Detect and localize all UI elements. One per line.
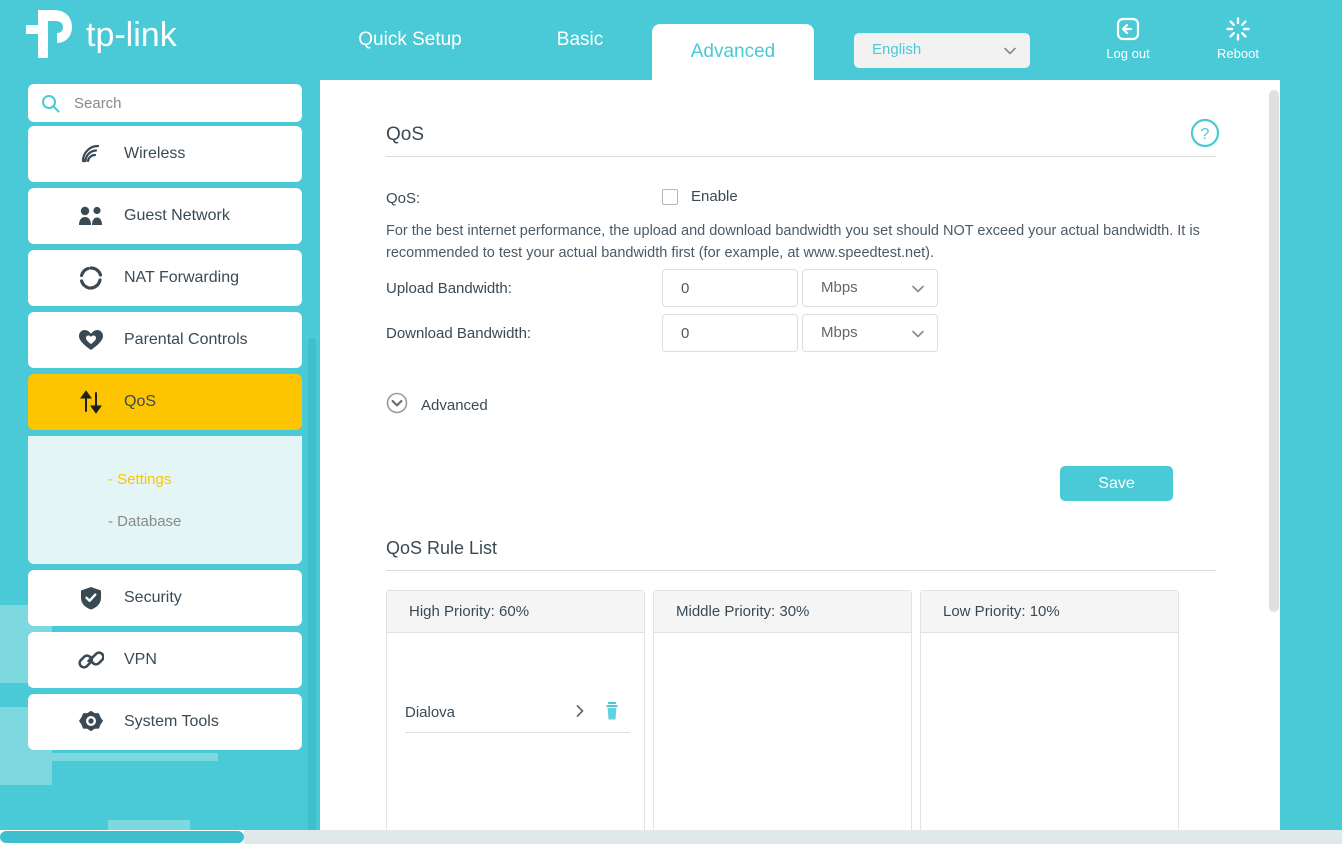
sidebar-subitem-database-label: - Database	[108, 512, 182, 530]
download-bandwidth-label: Download Bandwidth:	[386, 325, 532, 342]
qos-rule-list: High Priority: 60% Dialova Middle Priori…	[386, 590, 1179, 832]
tab-quick-setup[interactable]: Quick Setup	[330, 0, 490, 80]
tab-quick-setup-label: Quick Setup	[358, 29, 462, 50]
rule-list-divider	[386, 570, 1216, 571]
upload-bandwidth-input[interactable]	[662, 269, 798, 307]
logout-label: Log out	[1106, 46, 1150, 61]
priority-column-low-header: Low Priority: 10%	[921, 591, 1178, 633]
logout-icon	[1115, 14, 1141, 44]
advanced-toggle-label: Advanced	[421, 397, 488, 414]
page-title: QoS	[386, 124, 425, 145]
upload-unit-select[interactable]: Mbps	[802, 269, 938, 307]
qos-description: For the best internet performance, the u…	[386, 223, 1200, 261]
vpn-icon	[74, 648, 108, 672]
sidebar-item-nat-forwarding[interactable]: NAT Forwarding	[28, 250, 302, 306]
rule-list-title: QoS Rule List	[386, 538, 498, 558]
priority-column-middle-header: Middle Priority: 30%	[654, 591, 911, 633]
qos-enable-checkbox[interactable]: Enable	[662, 188, 738, 205]
download-bandwidth-input[interactable]	[662, 314, 798, 352]
sidebar: Wireless Guest Network	[28, 84, 302, 844]
upload-bandwidth-label: Upload Bandwidth:	[386, 280, 512, 297]
logo-wordmark: tp-link	[86, 16, 178, 54]
security-icon	[74, 586, 108, 610]
reboot-label: Reboot	[1217, 46, 1259, 61]
checkbox-box	[662, 188, 678, 205]
help-icon[interactable]: ?	[1190, 118, 1220, 153]
chevron-down-icon	[912, 285, 924, 293]
sidebar-scrollbar-thumb[interactable]	[308, 338, 316, 832]
search-box[interactable]	[28, 84, 302, 122]
qos-enable-checkbox-label: Enable	[691, 188, 738, 205]
sidebar-item-wireless-label: Wireless	[124, 145, 186, 162]
sidebar-menu: Wireless Guest Network NAT Forwarding Pa…	[28, 126, 302, 756]
search-icon	[41, 94, 60, 113]
priority-column-middle: Middle Priority: 30%	[653, 590, 912, 832]
qos-icon	[74, 390, 108, 414]
nat-forwarding-icon	[74, 266, 108, 290]
tab-advanced-label: Advanced	[690, 41, 776, 62]
chevron-down-circle-icon	[386, 392, 408, 419]
title-divider	[386, 156, 1216, 157]
sidebar-item-guest-network-label: Guest Network	[124, 207, 230, 224]
sidebar-item-system-tools-label: System Tools	[124, 713, 219, 730]
guest-network-icon	[74, 205, 108, 227]
qos-enable-row-label: QoS:	[386, 190, 421, 207]
language-select[interactable]: English	[854, 33, 1030, 68]
sidebar-submenu-qos: - Settings - Database	[28, 436, 302, 564]
chevron-down-icon	[912, 330, 924, 338]
sidebar-subitem-settings-label: - Settings	[108, 470, 172, 488]
horizontal-scrollbar-thumb[interactable]	[0, 831, 244, 843]
tab-basic[interactable]: Basic	[520, 0, 640, 80]
save-button[interactable]: Save	[1060, 466, 1173, 501]
sidebar-item-vpn-label: VPN	[124, 651, 157, 668]
qos-rule-name: Dialova	[405, 704, 456, 721]
upload-unit-value: Mbps	[821, 279, 858, 296]
sidebar-item-system-tools[interactable]: System Tools	[28, 694, 302, 750]
parental-controls-icon	[74, 329, 108, 351]
horizontal-scrollbar-fill	[244, 830, 1342, 844]
top-bar: tp-link Quick Setup Basic Advanced Engli…	[0, 0, 1342, 80]
reboot-icon	[1225, 14, 1251, 44]
router-admin-page: tp-link Quick Setup Basic Advanced Engli…	[0, 0, 1342, 844]
content-scrollbar-thumb[interactable]	[1269, 90, 1279, 612]
sidebar-subitem-database[interactable]: - Database	[28, 500, 302, 542]
sidebar-item-nat-forwarding-label: NAT Forwarding	[124, 269, 239, 286]
sidebar-item-qos-label: QoS	[124, 393, 157, 410]
priority-column-low: Low Priority: 10%	[920, 590, 1179, 832]
sidebar-item-wireless[interactable]: Wireless	[28, 126, 302, 182]
logout-button[interactable]: Log out	[1086, 14, 1170, 70]
sidebar-item-security[interactable]: Security	[28, 570, 302, 626]
sidebar-item-security-label: Security	[124, 589, 182, 606]
search-input[interactable]	[74, 94, 264, 112]
chevron-right-icon[interactable]	[574, 704, 586, 723]
reboot-button[interactable]: Reboot	[1196, 14, 1280, 70]
sidebar-item-parental-controls-label: Parental Controls	[124, 331, 248, 348]
sidebar-item-vpn[interactable]: VPN	[28, 632, 302, 688]
content-panel: ? QoS QoS: Enable For the best internet …	[320, 80, 1280, 832]
sidebar-item-guest-network[interactable]: Guest Network	[28, 188, 302, 244]
download-unit-value: Mbps	[821, 324, 858, 341]
sidebar-item-parental-controls[interactable]: Parental Controls	[28, 312, 302, 368]
download-unit-select[interactable]: Mbps	[802, 314, 938, 352]
sidebar-item-qos[interactable]: QoS	[28, 374, 302, 430]
wireless-icon	[74, 142, 108, 166]
sidebar-subitem-settings[interactable]: - Settings	[28, 458, 302, 500]
trash-icon[interactable]	[603, 701, 621, 726]
tab-basic-label: Basic	[556, 29, 604, 50]
language-select-value: English	[872, 41, 922, 58]
priority-column-high-header: High Priority: 60%	[387, 591, 644, 633]
advanced-toggle[interactable]: Advanced	[386, 392, 488, 419]
tab-advanced[interactable]: Advanced	[652, 24, 814, 80]
qos-rule-row[interactable]: Dialova	[405, 693, 630, 733]
chevron-down-icon	[1004, 47, 1016, 55]
svg-text:?: ?	[1201, 126, 1210, 143]
priority-column-high: High Priority: 60% Dialova	[386, 590, 645, 832]
system-tools-icon	[74, 710, 108, 734]
tp-link-logo[interactable]: tp-link	[24, 6, 224, 62]
